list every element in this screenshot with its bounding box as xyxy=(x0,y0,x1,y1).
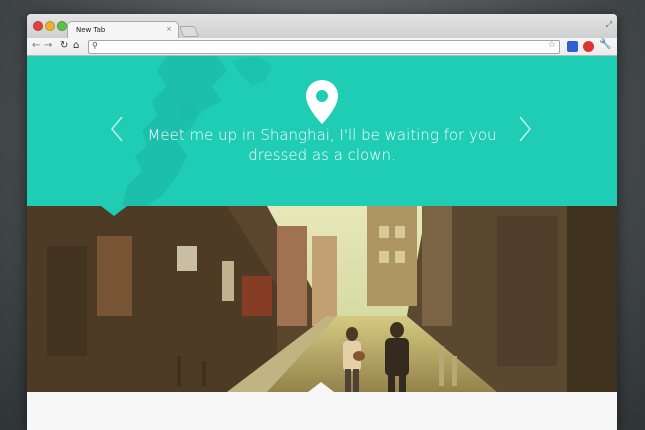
home-icon[interactable]: ⌂ xyxy=(73,40,79,52)
reload-icon[interactable]: ↻ xyxy=(60,40,68,52)
search-icon: ⚲ xyxy=(92,41,98,50)
previous-arrow-icon[interactable] xyxy=(109,115,125,143)
fullscreen-icon[interactable]: ⤢ xyxy=(606,20,612,30)
maximize-window-button[interactable] xyxy=(57,21,67,31)
wrench-icon[interactable]: 🔧 xyxy=(599,39,611,50)
next-arrow-icon[interactable] xyxy=(517,115,533,143)
extension-icon[interactable] xyxy=(583,41,594,52)
new-tab-button[interactable] xyxy=(178,26,200,37)
forward-arrow-icon[interactable]: → xyxy=(44,40,52,52)
browser-toolbar: ← → ↻ ⌂ ⚲ ☆ 🔧 xyxy=(27,38,617,56)
extension-icon[interactable] xyxy=(567,41,578,52)
tab-new-tab[interactable]: New Tab × xyxy=(67,21,179,39)
back-arrow-icon[interactable]: ← xyxy=(32,40,40,52)
title-bar: New Tab × ⤢ xyxy=(27,14,617,39)
footer-pointer xyxy=(308,382,334,392)
tab-title: New Tab xyxy=(76,26,106,34)
hero-quote: Meet me up in Shanghai, I'll be waiting … xyxy=(147,126,497,164)
address-bar[interactable]: ⚲ ☆ xyxy=(88,40,560,54)
page-footer-area xyxy=(27,392,617,430)
minimize-window-button[interactable] xyxy=(45,21,55,31)
hero-banner: Meet me up in Shanghai, I'll be waiting … xyxy=(27,56,617,206)
location-pin-icon xyxy=(306,80,338,124)
close-window-button[interactable] xyxy=(33,21,43,31)
browser-window: New Tab × ⤢ ← → ↻ ⌂ ⚲ ☆ 🔧 Meet me up in … xyxy=(27,14,617,430)
hero-pointer xyxy=(101,206,127,216)
tab-close-icon[interactable]: × xyxy=(166,25,172,33)
street-photo xyxy=(27,206,617,392)
star-icon[interactable]: ☆ xyxy=(548,40,556,50)
